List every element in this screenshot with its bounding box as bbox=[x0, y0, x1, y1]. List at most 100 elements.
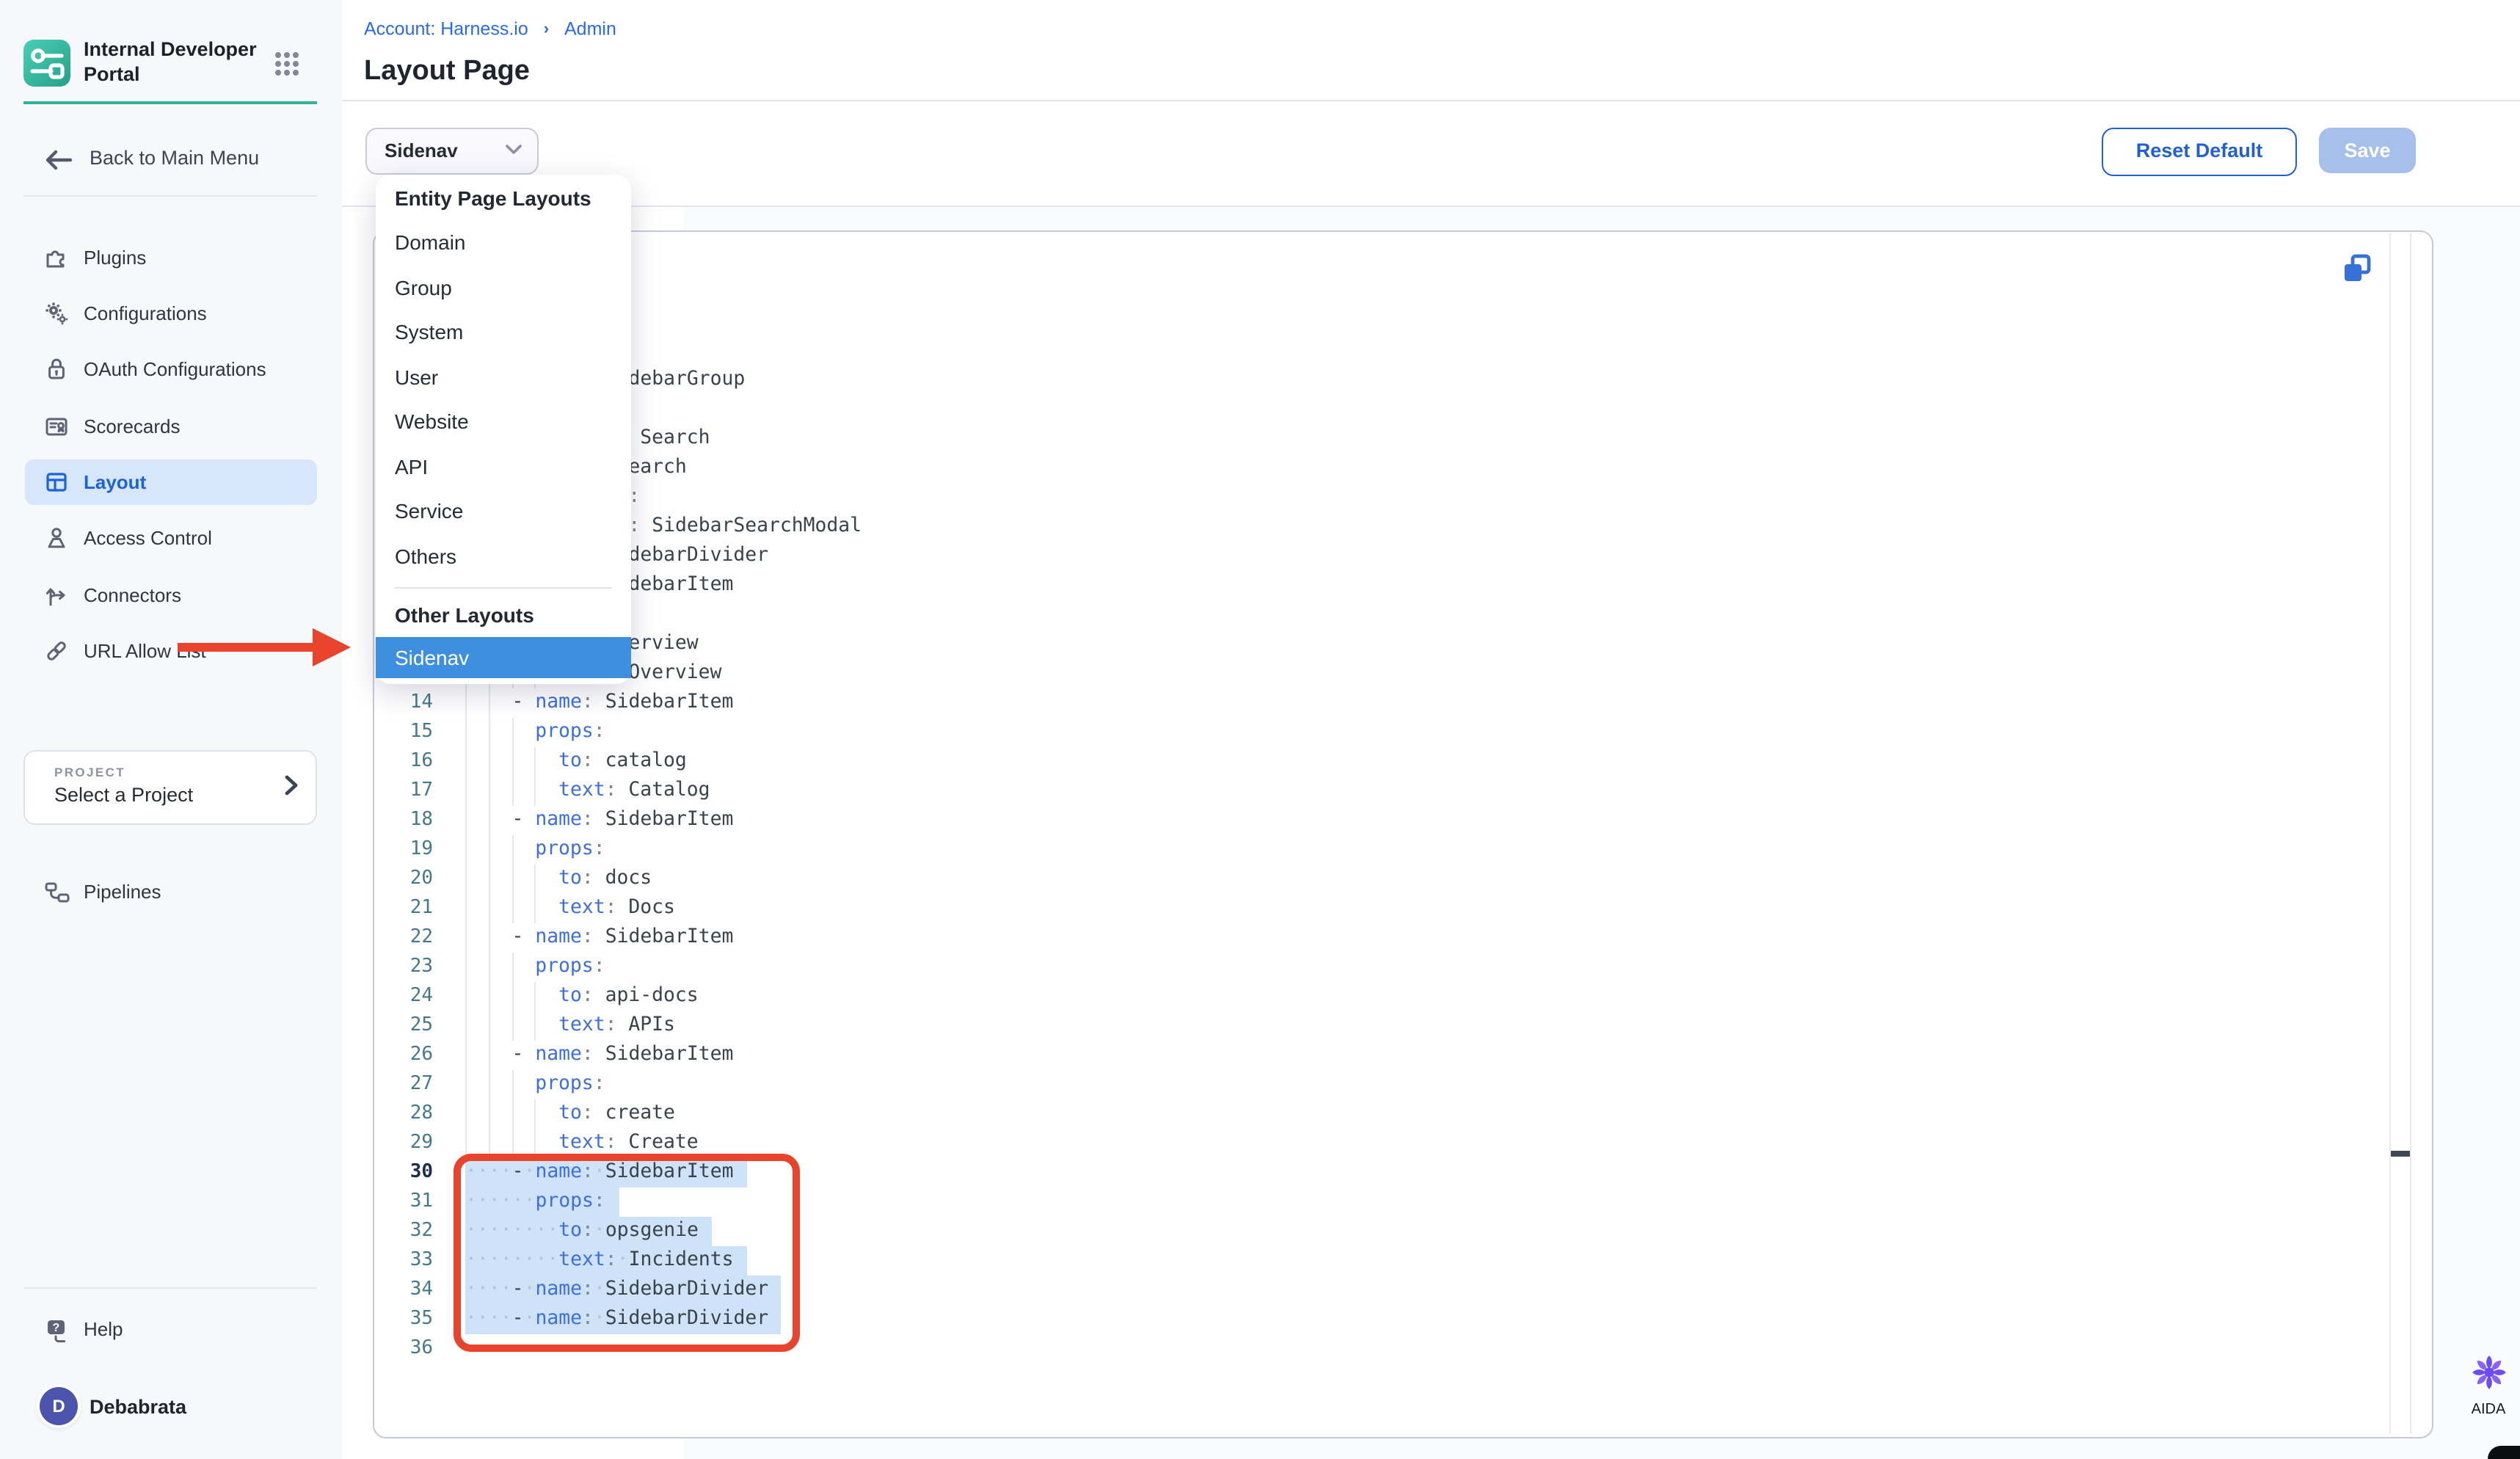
person-icon bbox=[44, 525, 69, 550]
line-number: 17 bbox=[374, 776, 433, 805]
sidebar-item-label: Access Control bbox=[84, 527, 212, 549]
annotation-arrow-shaft bbox=[178, 643, 314, 652]
header-divider bbox=[342, 100, 2520, 101]
code-line[interactable]: text: Catalog bbox=[465, 776, 710, 805]
sidebar-item-label: Scorecards bbox=[84, 415, 181, 437]
code-line[interactable]: to: api-docs bbox=[465, 981, 699, 1011]
puzzle-icon bbox=[44, 244, 69, 269]
svg-text:?: ? bbox=[53, 1322, 60, 1334]
sidebar-item-help[interactable]: ? Help bbox=[0, 1308, 342, 1352]
code-line[interactable]: ····-·name:·SidebarDivider bbox=[465, 1275, 768, 1304]
yaml-editor[interactable]: 1234567891011121314151617181920212223242… bbox=[373, 230, 2433, 1438]
scrollbar-marker[interactable] bbox=[2391, 1151, 2410, 1157]
code-line[interactable]: text: APIs bbox=[465, 1011, 675, 1040]
menu-item-others[interactable]: Others bbox=[376, 535, 631, 580]
line-number: 18 bbox=[374, 805, 433, 834]
code-line[interactable]: - name: SidebarItem bbox=[465, 805, 733, 834]
aida-widget[interactable]: AIDA bbox=[2457, 1353, 2520, 1421]
code-line[interactable]: to: docs bbox=[465, 864, 652, 893]
menu-item-label: Service bbox=[395, 499, 463, 523]
back-arrow-icon bbox=[44, 148, 73, 172]
sidebar: Internal Developer Portal Back to Main M… bbox=[0, 0, 343, 1459]
sidebar-item-pipelines[interactable]: Pipelines bbox=[0, 870, 342, 914]
sidebar-item-label: Layout bbox=[84, 471, 146, 493]
code-line[interactable]: - name: SidebarItem bbox=[465, 1040, 733, 1069]
sidebar-item-connectors[interactable]: Connectors bbox=[0, 572, 342, 617]
menu-item-website[interactable]: Website bbox=[376, 401, 631, 445]
sidebar-item-label: OAuth Configurations bbox=[84, 358, 266, 380]
menu-item-domain[interactable]: Domain bbox=[376, 222, 631, 266]
line-number: 28 bbox=[374, 1099, 433, 1128]
layout-type-menu: Entity Page LayoutsDomainGroupSystemUser… bbox=[376, 175, 631, 684]
code-line[interactable]: props: bbox=[465, 952, 605, 981]
project-value: Select a Project bbox=[54, 784, 193, 806]
sidebar-item-label: Connectors bbox=[84, 583, 181, 605]
line-number: 22 bbox=[374, 923, 433, 952]
menu-item-api[interactable]: API bbox=[376, 445, 631, 490]
menu-item-group[interactable]: Group bbox=[376, 266, 631, 311]
breadcrumb: Account: Harness.io › Admin bbox=[364, 18, 616, 39]
menu-item-sidenav[interactable]: Sidenav bbox=[376, 637, 631, 678]
breadcrumb-chevron-icon: › bbox=[544, 20, 549, 37]
code-line[interactable]: text: Create bbox=[465, 1128, 699, 1157]
page-title: Layout Page bbox=[364, 56, 530, 88]
back-to-main-menu[interactable]: Back to Main Menu bbox=[0, 141, 342, 182]
code-line[interactable]: to: catalog bbox=[465, 746, 687, 776]
code-line[interactable]: ········to:·opsgenie bbox=[465, 1216, 699, 1245]
save-button[interactable]: Save bbox=[2319, 128, 2416, 173]
idp-logo bbox=[23, 40, 70, 87]
copy-icon[interactable] bbox=[2341, 252, 2373, 285]
line-number: 32 bbox=[374, 1216, 433, 1245]
chevron-right-icon bbox=[285, 775, 298, 796]
sidebar-item-plugins[interactable]: Plugins bbox=[0, 234, 342, 280]
line-number: 26 bbox=[374, 1040, 433, 1069]
aida-label: AIDA bbox=[2457, 1402, 2520, 1418]
lock-icon bbox=[44, 357, 69, 382]
breadcrumb-account[interactable]: Account: Harness.io bbox=[364, 18, 528, 39]
line-number: 35 bbox=[374, 1304, 433, 1334]
idp-logo-glyph bbox=[23, 40, 70, 87]
code-line[interactable]: props: bbox=[465, 834, 605, 864]
sidebar-item-access-control[interactable]: Access Control bbox=[0, 515, 342, 561]
code-line[interactable]: props: bbox=[465, 1069, 605, 1099]
line-number: 15 bbox=[374, 717, 433, 746]
user-name[interactable]: Debabrata bbox=[90, 1396, 186, 1418]
code-line[interactable]: ········text:·Incidents bbox=[465, 1245, 734, 1275]
user-avatar[interactable]: D bbox=[40, 1387, 78, 1425]
line-number: 16 bbox=[374, 746, 433, 776]
code-line[interactable]: text: Docs bbox=[465, 893, 675, 923]
line-number: 27 bbox=[374, 1069, 433, 1099]
code-line[interactable]: - name: SidebarItem bbox=[465, 923, 733, 952]
reset-default-button[interactable]: Reset Default bbox=[2102, 128, 2297, 176]
corner-overlay bbox=[2488, 1446, 2520, 1459]
sidebar-item-configurations[interactable]: Configurations bbox=[0, 291, 342, 336]
layout-type-select[interactable]: Sidenav bbox=[365, 128, 539, 175]
menu-item-user[interactable]: User bbox=[376, 356, 631, 401]
sidebar-divider-top bbox=[23, 195, 317, 197]
line-number: 14 bbox=[374, 688, 433, 717]
code-line[interactable]: to: create bbox=[465, 1099, 675, 1128]
line-number: 34 bbox=[374, 1275, 433, 1304]
menu-item-label: API bbox=[395, 454, 428, 478]
app-switcher-icon[interactable] bbox=[273, 50, 301, 85]
gears-icon bbox=[44, 301, 69, 326]
breadcrumb-admin[interactable]: Admin bbox=[564, 18, 616, 39]
pipelines-label: Pipelines bbox=[84, 881, 161, 903]
menu-item-system[interactable]: System bbox=[376, 311, 631, 356]
menu-item-label: Sidenav bbox=[395, 646, 469, 669]
project-selector[interactable]: PROJECT Select a Project bbox=[23, 750, 317, 825]
layout-type-value: Sidenav bbox=[385, 139, 458, 161]
code-line[interactable]: ····-·name:·SidebarItem bbox=[465, 1157, 733, 1187]
code-line[interactable]: - name: SidebarItem bbox=[465, 688, 733, 717]
line-number: 19 bbox=[374, 834, 433, 864]
sidebar-item-scorecards[interactable]: Scorecards bbox=[0, 403, 342, 448]
sidebar-item-label: Configurations bbox=[84, 302, 207, 324]
menu-item-service[interactable]: Service bbox=[376, 490, 631, 535]
menu-item-label: System bbox=[395, 320, 463, 343]
sidebar-item-layout[interactable]: Layout bbox=[0, 459, 342, 505]
code-line[interactable]: props: bbox=[465, 717, 605, 746]
line-number: 20 bbox=[374, 864, 433, 893]
code-line[interactable]: ······props: bbox=[465, 1187, 605, 1216]
sidebar-item-oauth-configurations[interactable]: OAuth Configurations bbox=[0, 346, 342, 392]
code-line[interactable]: ····-·name:·SidebarDivider bbox=[465, 1304, 768, 1334]
